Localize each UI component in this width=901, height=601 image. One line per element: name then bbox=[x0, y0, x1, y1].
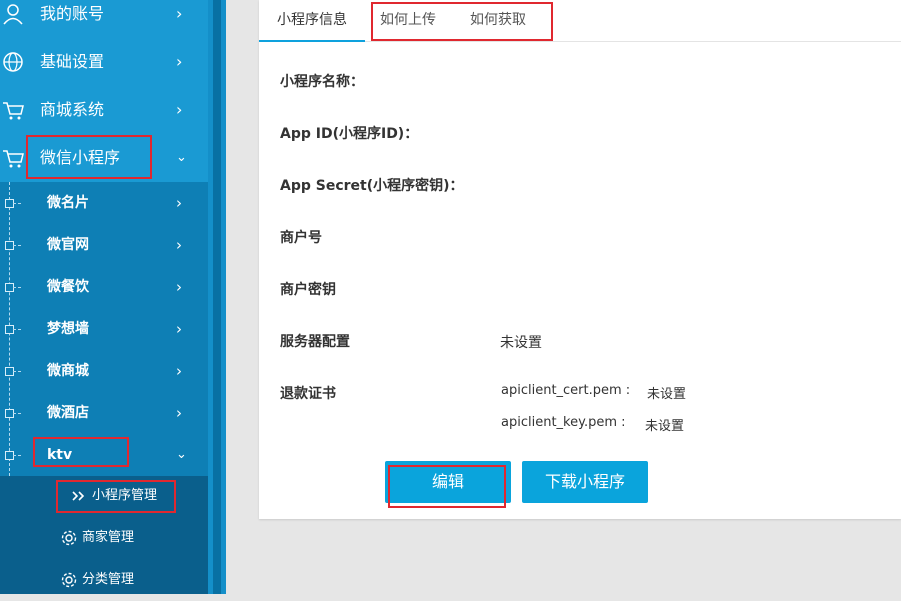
field-label-appsecret: App Secret(小程序密钥)： bbox=[280, 178, 464, 194]
field-label-refund-cert: 退款证书 bbox=[280, 386, 336, 402]
sidebar-item-my-account[interactable]: 我的账号 › bbox=[0, 0, 208, 39]
sidebar-subitem-card[interactable]: 微名片 › bbox=[0, 182, 208, 225]
chevron-right-icon: › bbox=[176, 4, 183, 23]
sidebar-subitem-label: 微餐饮 bbox=[47, 279, 89, 295]
cart-icon bbox=[2, 99, 24, 125]
sidebar-subitem-dream-wall[interactable]: 梦想墙 › bbox=[0, 308, 208, 351]
field-label-appid: App ID(小程序ID)： bbox=[280, 126, 419, 142]
key-file-name: apiclient_key.pem : bbox=[501, 415, 626, 430]
sidebar-deepitem-category-manage[interactable]: 分类管理 bbox=[60, 565, 134, 595]
gear-icon bbox=[60, 529, 78, 547]
sidebar-subitem-hotel[interactable]: 微酒店 › bbox=[0, 392, 208, 435]
sidebar-item-mall-system[interactable]: 商城系统 › bbox=[0, 86, 208, 135]
sidebar-deepitem-merchant-manage[interactable]: 商家管理 bbox=[60, 523, 134, 553]
user-icon bbox=[2, 3, 24, 29]
highlight-box bbox=[26, 135, 152, 179]
sidebar-subitem-mall[interactable]: 微商城 › bbox=[0, 350, 208, 393]
sidebar-item-label: 基础设置 bbox=[40, 52, 105, 71]
field-label-name: 小程序名称： bbox=[280, 74, 364, 90]
sidebar-deepitem-label: 商家管理 bbox=[82, 530, 135, 545]
cert-file-status: 未设置 bbox=[647, 387, 687, 402]
globe-icon bbox=[2, 51, 24, 77]
sidebar-subitem-label: 微官网 bbox=[47, 237, 89, 253]
tree-connector bbox=[13, 371, 21, 372]
chevron-down-icon: ⌄ bbox=[176, 150, 187, 165]
tree-connector bbox=[13, 287, 21, 288]
highlight-box bbox=[371, 2, 553, 41]
tab-bar: 小程序信息 如何上传 如何获取 bbox=[259, 0, 901, 42]
chevron-right-icon: › bbox=[176, 404, 182, 422]
chevron-right-icon: › bbox=[176, 362, 182, 380]
server-config-value: 未设置 bbox=[500, 335, 542, 351]
sidebar-subitem-label: 微名片 bbox=[47, 195, 89, 211]
miniprogram-info-panel: 小程序信息 如何上传 如何获取 小程序名称： App ID(小程序ID)： Ap… bbox=[259, 0, 901, 519]
sidebar-scrollbar[interactable] bbox=[208, 0, 226, 594]
sidebar: 我的账号 › 基础设置 › 商城系统 › 微信小程序 ⌄ 微名片 › 微官网 ›… bbox=[0, 0, 208, 594]
sidebar-item-label: 商城系统 bbox=[40, 100, 105, 119]
sidebar-item-label: 我的账号 bbox=[40, 4, 105, 23]
sidebar-subitem-label: 微商城 bbox=[47, 363, 89, 379]
tree-connector bbox=[13, 245, 21, 246]
tree-connector bbox=[13, 455, 21, 456]
highlight-box bbox=[388, 465, 506, 508]
key-file-status: 未设置 bbox=[645, 419, 685, 434]
chevron-right-icon: › bbox=[176, 320, 182, 338]
chevron-right-icon: › bbox=[176, 278, 182, 296]
tree-connector bbox=[13, 413, 21, 414]
cert-file-name: apiclient_cert.pem : bbox=[501, 383, 631, 398]
highlight-box bbox=[33, 437, 129, 467]
field-label-merchant-key: 商户密钥 bbox=[280, 282, 336, 298]
download-miniprogram-button[interactable]: 下载小程序 bbox=[522, 461, 648, 503]
sidebar-subitem-website[interactable]: 微官网 › bbox=[0, 224, 208, 267]
sidebar-subitem-label: 梦想墙 bbox=[47, 321, 89, 337]
gear-icon bbox=[60, 571, 78, 589]
field-label-server-config: 服务器配置 bbox=[280, 334, 350, 350]
sidebar-subitem-label: 微酒店 bbox=[47, 405, 89, 421]
sidebar-deepitem-label: 分类管理 bbox=[82, 572, 135, 587]
tree-connector bbox=[13, 329, 21, 330]
tree-connector bbox=[13, 203, 21, 204]
cart-icon bbox=[2, 147, 24, 173]
chevron-right-icon: › bbox=[176, 52, 183, 71]
tab-miniprogram-info[interactable]: 小程序信息 bbox=[259, 0, 365, 42]
sidebar-item-basic-settings[interactable]: 基础设置 › bbox=[0, 38, 208, 87]
chevron-right-icon: › bbox=[176, 194, 182, 212]
highlight-box bbox=[56, 480, 176, 513]
field-label-merchant-no: 商户号 bbox=[280, 230, 322, 246]
chevron-right-icon: › bbox=[176, 236, 182, 254]
chevron-down-icon: ⌄ bbox=[176, 447, 187, 462]
sidebar-subitem-catering[interactable]: 微餐饮 › bbox=[0, 266, 208, 309]
chevron-right-icon: › bbox=[176, 100, 183, 119]
